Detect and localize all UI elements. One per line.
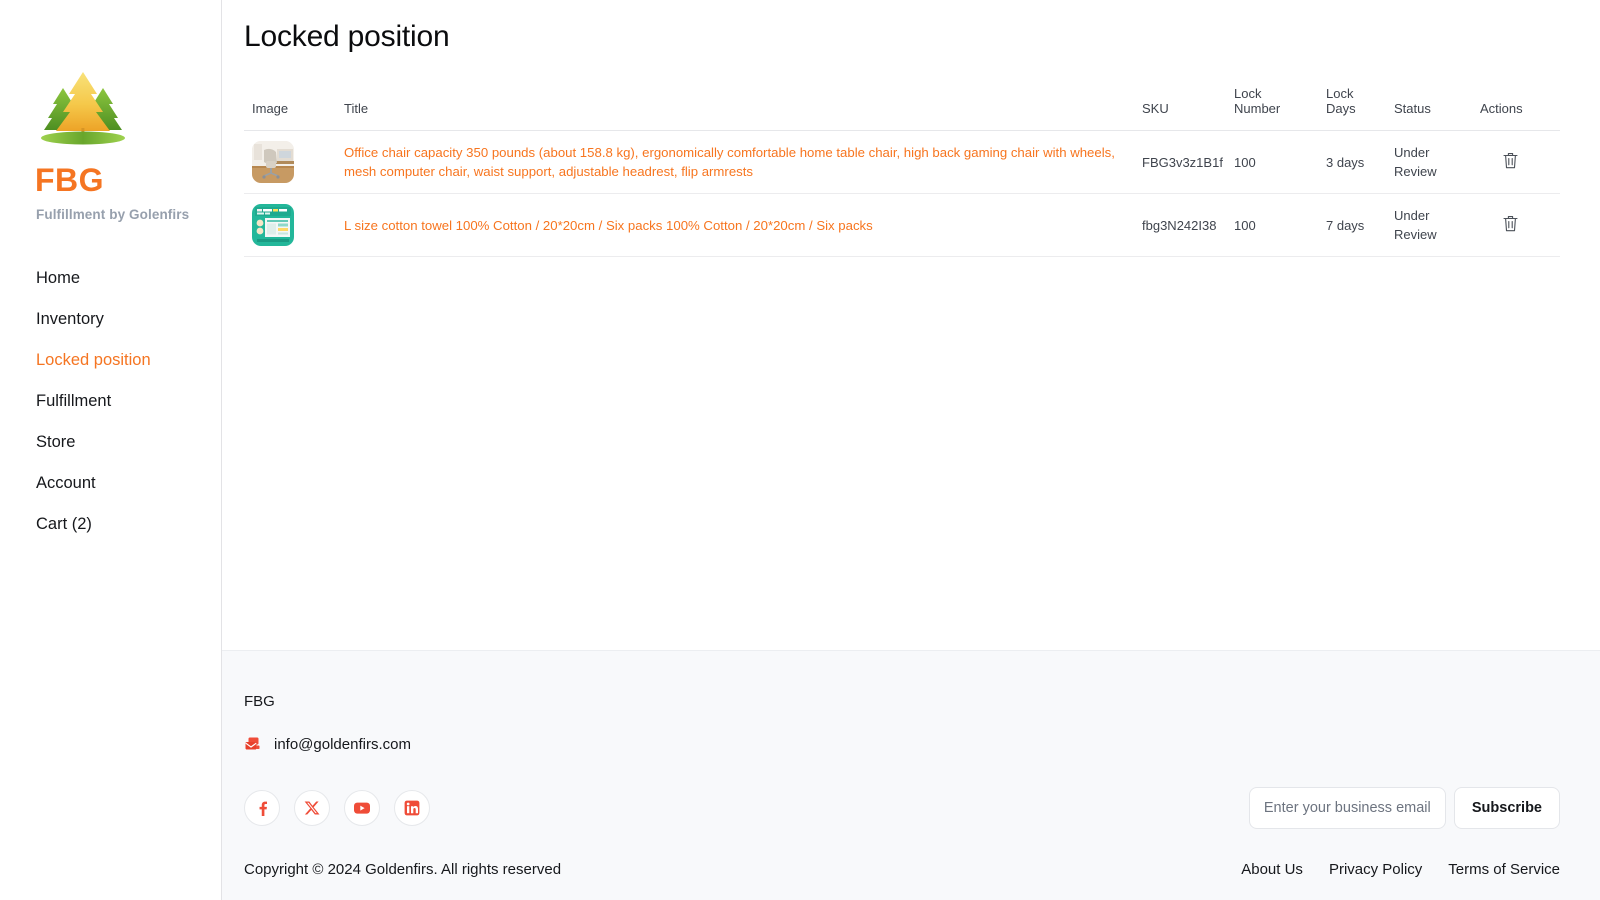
footer-link-privacy-policy[interactable]: Privacy Policy	[1329, 861, 1422, 878]
footer-email-text: info@goldenfirs.com	[274, 736, 411, 753]
content-area: Locked position Image Title SKU Lock Num…	[222, 0, 1600, 257]
cell-status: Under Review	[1386, 130, 1472, 194]
subscribe-button[interactable]: Subscribe	[1453, 787, 1560, 829]
mail-icon	[245, 737, 260, 750]
youtube-icon	[354, 802, 370, 814]
lock-days-line-2: Days	[1326, 101, 1356, 116]
app-root: FBG Fulfillment by Golenfirs Home Invent…	[0, 0, 1600, 900]
facebook-icon	[259, 801, 267, 816]
sidebar: FBG Fulfillment by Golenfirs Home Invent…	[0, 0, 222, 900]
brand-name: FBG	[35, 162, 105, 198]
column-header-actions: Actions	[1472, 80, 1560, 131]
table-header-row: Image Title SKU Lock Number Lock Days St…	[244, 80, 1560, 131]
cell-image	[244, 130, 336, 194]
delete-button[interactable]	[1500, 149, 1521, 172]
cell-lock-days: 7 days	[1318, 193, 1386, 257]
product-title-link[interactable]: Office chair capacity 350 pounds (about …	[344, 143, 1126, 181]
footer-bottom-bar: Copyright © 2024 Goldenfirs. All rights …	[244, 857, 1560, 878]
main-content: Locked position Image Title SKU Lock Num…	[222, 0, 1600, 900]
cell-status: Under Review	[1386, 193, 1472, 257]
subscribe-email-input[interactable]	[1248, 787, 1446, 829]
footer-links: About Us Privacy Policy Terms of Service	[1241, 861, 1560, 878]
table-header: Image Title SKU Lock Number Lock Days St…	[244, 80, 1560, 131]
cell-title: L size cotton towel 100% Cotton / 20*20c…	[336, 193, 1134, 257]
cell-lock-number: 100	[1226, 193, 1318, 257]
lock-number-line-1: Lock	[1234, 86, 1262, 101]
footer-link-about-us[interactable]: About Us	[1241, 861, 1303, 878]
cell-title: Office chair capacity 350 pounds (about …	[336, 130, 1134, 194]
cell-lock-days: 3 days	[1318, 130, 1386, 194]
sidebar-item-locked-position[interactable]: Locked position	[0, 340, 221, 381]
sidebar-item-home[interactable]: Home	[0, 258, 221, 299]
linkedin-link[interactable]	[394, 790, 430, 826]
sidebar-item-fulfillment[interactable]: Fulfillment	[0, 381, 221, 422]
x-twitter-icon	[304, 801, 320, 815]
linkedin-icon	[404, 800, 420, 816]
column-header-lock-number: Lock Number	[1226, 80, 1318, 131]
footer-brand: FBG	[244, 693, 275, 710]
trash-icon	[1503, 153, 1518, 169]
column-header-sku: SKU	[1134, 80, 1226, 131]
copyright-text: Copyright © 2024 Goldenfirs. All rights …	[244, 861, 562, 878]
product-title-link[interactable]: L size cotton towel 100% Cotton / 20*20c…	[344, 216, 1126, 235]
cell-actions	[1472, 193, 1560, 257]
trash-icon	[1503, 216, 1518, 232]
footer-email-row[interactable]: info@goldenfirs.com	[244, 736, 1560, 753]
cell-sku: fbg3N242I38	[1134, 193, 1226, 257]
footer: FBG info@goldenfirs.com Enter your busin…	[222, 650, 1600, 900]
delete-button[interactable]	[1500, 212, 1521, 235]
cell-lock-number: 100	[1226, 130, 1318, 194]
cell-sku: FBG3v3z1B1f	[1134, 130, 1226, 194]
page-title: Locked position	[244, 20, 450, 53]
brand-tagline: Fulfillment by Golenfirs	[36, 207, 221, 222]
lock-days-line-1: Lock	[1326, 86, 1354, 101]
tagline-part-1: Fulfillment	[36, 207, 106, 222]
sidebar-item-inventory[interactable]: Inventory	[0, 299, 221, 340]
sidebar-item-account[interactable]: Account	[0, 463, 221, 504]
sidebar-nav: Home Inventory Locked position Fulfillme…	[0, 258, 221, 545]
cotton-towel-package-thumbnail-image	[252, 204, 294, 246]
x-twitter-link[interactable]	[294, 790, 330, 826]
column-header-status: Status	[1386, 80, 1472, 131]
footer-link-terms-of-service[interactable]: Terms of Service	[1448, 861, 1560, 878]
table-row: L size cotton towel 100% Cotton / 20*20c…	[244, 193, 1560, 257]
tagline-part-3: Golenfirs	[129, 207, 190, 222]
footer-social-subscribe-row: Subscribe	[244, 787, 1560, 829]
locked-position-table: Image Title SKU Lock Number Lock Days St…	[244, 80, 1560, 257]
cell-actions	[1472, 130, 1560, 194]
youtube-link[interactable]	[344, 790, 380, 826]
column-header-title: Title	[336, 80, 1134, 131]
column-header-image: Image	[244, 80, 336, 131]
column-header-lock-days: Lock Days	[1318, 80, 1386, 131]
tagline-part-2: by	[109, 207, 126, 222]
table-body: Office chair capacity 350 pounds (about …	[244, 130, 1560, 257]
sidebar-item-cart[interactable]: Cart (2)	[0, 504, 221, 545]
subscribe-form: Subscribe	[1248, 787, 1560, 829]
cell-image	[244, 193, 336, 257]
table-row: Office chair capacity 350 pounds (about …	[244, 130, 1560, 194]
fir-tree-logo-icon	[41, 72, 125, 145]
logo-container[interactable]	[0, 0, 221, 146]
facebook-link[interactable]	[244, 790, 280, 826]
lock-number-line-2: Number	[1234, 101, 1281, 116]
sidebar-item-store[interactable]: Store	[0, 422, 221, 463]
office-chair-thumbnail-image	[252, 141, 294, 183]
social-links	[244, 790, 430, 826]
